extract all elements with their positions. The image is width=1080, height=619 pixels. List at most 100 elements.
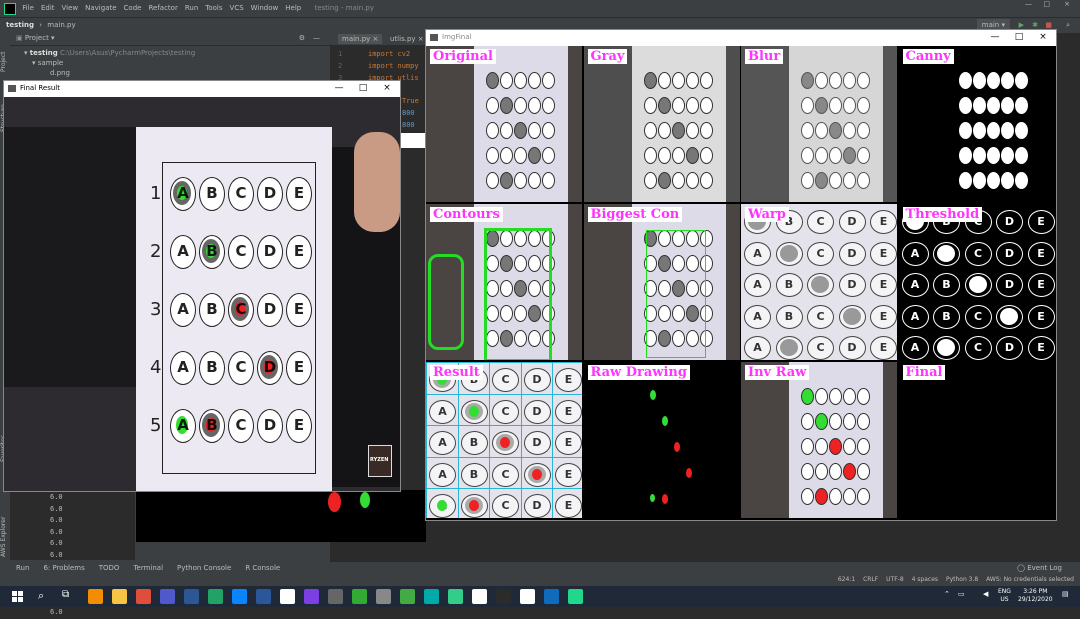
mini-bubble xyxy=(486,147,499,164)
app-icon[interactable] xyxy=(352,589,367,604)
bubble-letter: E xyxy=(879,309,888,323)
search-icon[interactable]: ⌕ xyxy=(1066,18,1070,32)
tool-tab-r-console[interactable]: R Console xyxy=(245,564,280,572)
file-explorer-icon[interactable] xyxy=(112,589,127,604)
strip-aws[interactable]: AWS Explorer xyxy=(0,507,7,557)
event-log-button[interactable]: ◯ Event Log xyxy=(1017,562,1062,574)
app-icon[interactable] xyxy=(496,589,511,604)
app-icon[interactable] xyxy=(472,589,487,604)
tray-up-icon[interactable]: ⌃ xyxy=(944,590,950,598)
menu-code[interactable]: Code xyxy=(124,0,142,17)
network-icon[interactable]: ▭ xyxy=(958,590,965,598)
wrong-mark xyxy=(685,468,692,478)
project-label[interactable]: Project xyxy=(25,34,49,42)
mini-bubble xyxy=(486,72,499,89)
tab-utlis[interactable]: utlis.py × xyxy=(390,34,424,44)
warp-bubble: C xyxy=(807,304,834,329)
close-icon[interactable]: × xyxy=(1032,30,1054,45)
notifications-icon[interactable]: ▤ xyxy=(1062,590,1069,598)
teams-icon[interactable] xyxy=(160,589,175,604)
mini-bubble xyxy=(671,122,685,139)
tool-tab-terminal[interactable]: Terminal xyxy=(133,564,163,572)
menu-file[interactable]: File xyxy=(22,0,34,17)
menu-run[interactable]: Run xyxy=(185,0,198,17)
correct-mark xyxy=(468,405,479,417)
mini-bubble xyxy=(972,172,986,189)
status-indent[interactable]: 4 spaces xyxy=(912,576,938,583)
language-indicator[interactable]: ENG US xyxy=(998,588,1011,604)
app-icon[interactable] xyxy=(280,589,295,604)
tool-tab-run[interactable]: Run xyxy=(16,564,29,572)
breadcrumb: testing › main.py xyxy=(6,21,76,29)
word-icon[interactable] xyxy=(256,589,271,604)
tree-item-testing[interactable]: ▾ testing C:\Users\Asus\PycharmProjects\… xyxy=(10,48,330,58)
status-position[interactable]: 624:1 xyxy=(838,576,855,583)
pycharm-icon[interactable] xyxy=(568,589,583,604)
panel-raw: Raw Drawing xyxy=(583,362,740,518)
minimize-icon[interactable]: — xyxy=(328,81,350,96)
bubble-letter: E xyxy=(1037,246,1045,260)
status-interpreter[interactable]: Python 3.8 xyxy=(946,576,978,583)
warp-bubble: B xyxy=(775,241,803,266)
task-view-icon[interactable]: ⧉ xyxy=(62,589,69,600)
app-icon[interactable] xyxy=(328,589,343,604)
clock[interactable]: 3:26 PM 29/12/2020 xyxy=(1018,588,1053,604)
menu-edit[interactable]: Edit xyxy=(41,0,55,17)
mini-bubble xyxy=(699,172,713,189)
menu-navigate[interactable]: Navigate xyxy=(85,0,116,17)
tree-item-sample[interactable]: ▾ sample xyxy=(10,58,330,68)
app-icon[interactable] xyxy=(448,589,463,604)
volume-icon[interactable]: ◀ xyxy=(983,590,988,598)
maximize-icon[interactable]: □ xyxy=(352,81,374,96)
hide-panel-icon[interactable]: — xyxy=(313,32,320,45)
breadcrumb-project[interactable]: testing xyxy=(6,21,34,29)
final-result-titlebar[interactable]: Final Result — □ × xyxy=(4,81,400,96)
tree-item-file[interactable]: d.png xyxy=(10,68,330,78)
imgfinal-titlebar[interactable]: ImgFinal — □ × xyxy=(426,30,1056,45)
settings-gear-icon[interactable]: ⚙ xyxy=(299,32,305,45)
menu-help[interactable]: Help xyxy=(285,0,301,17)
app-icon[interactable] xyxy=(304,589,319,604)
answer-bubble: E xyxy=(286,293,312,327)
status-crlf[interactable]: CRLF xyxy=(863,576,878,583)
answer-bubble: C xyxy=(228,177,254,211)
app-icon[interactable] xyxy=(520,589,535,604)
minimize-icon[interactable]: — xyxy=(1025,0,1032,8)
tool-tab-todo[interactable]: TODO xyxy=(99,564,120,572)
windows-start-icon[interactable] xyxy=(12,591,23,602)
tool-tab--problems[interactable]: 6: Problems xyxy=(43,564,84,572)
app-icon[interactable] xyxy=(208,589,223,604)
minimize-icon[interactable]: — xyxy=(984,30,1006,45)
app-icon[interactable] xyxy=(424,589,439,604)
vlc-icon[interactable] xyxy=(88,589,103,604)
app-icon[interactable] xyxy=(376,589,391,604)
mini-bubble xyxy=(514,97,527,114)
bubble-letter: A xyxy=(910,278,920,291)
tab-main[interactable]: main.py × xyxy=(338,34,383,44)
bubble-letter: C xyxy=(235,300,247,318)
contour-outline xyxy=(428,254,464,350)
strip-project[interactable]: Project xyxy=(0,32,7,72)
outlook-icon[interactable] xyxy=(544,589,559,604)
close-icon[interactable]: × xyxy=(1064,0,1070,8)
app-icon[interactable] xyxy=(136,589,151,604)
warp-bubble: C xyxy=(807,241,834,266)
edge-icon[interactable] xyxy=(232,589,247,604)
breadcrumb-file[interactable]: main.py xyxy=(47,21,75,29)
app-icon[interactable] xyxy=(184,589,199,604)
status-aws[interactable]: AWS: No credentials selected xyxy=(986,576,1074,583)
menu-tools[interactable]: Tools xyxy=(205,0,222,17)
editor-tabs: main.py × utlis.py × xyxy=(330,32,430,45)
search-icon[interactable]: ⌕ xyxy=(38,589,44,603)
menu-view[interactable]: View xyxy=(62,0,79,17)
maximize-icon[interactable]: □ xyxy=(1043,0,1050,8)
mini-bubble xyxy=(685,172,699,189)
menu-window[interactable]: Window xyxy=(251,0,279,17)
menu-vcs[interactable]: VCS xyxy=(230,0,244,17)
app-icon[interactable] xyxy=(400,589,415,604)
tool-tab-python-console[interactable]: Python Console xyxy=(177,564,231,572)
maximize-icon[interactable]: □ xyxy=(1008,30,1030,45)
menu-refactor[interactable]: Refactor xyxy=(148,0,177,17)
close-icon[interactable]: × xyxy=(376,81,398,96)
status-encoding[interactable]: UTF-8 xyxy=(886,576,904,583)
